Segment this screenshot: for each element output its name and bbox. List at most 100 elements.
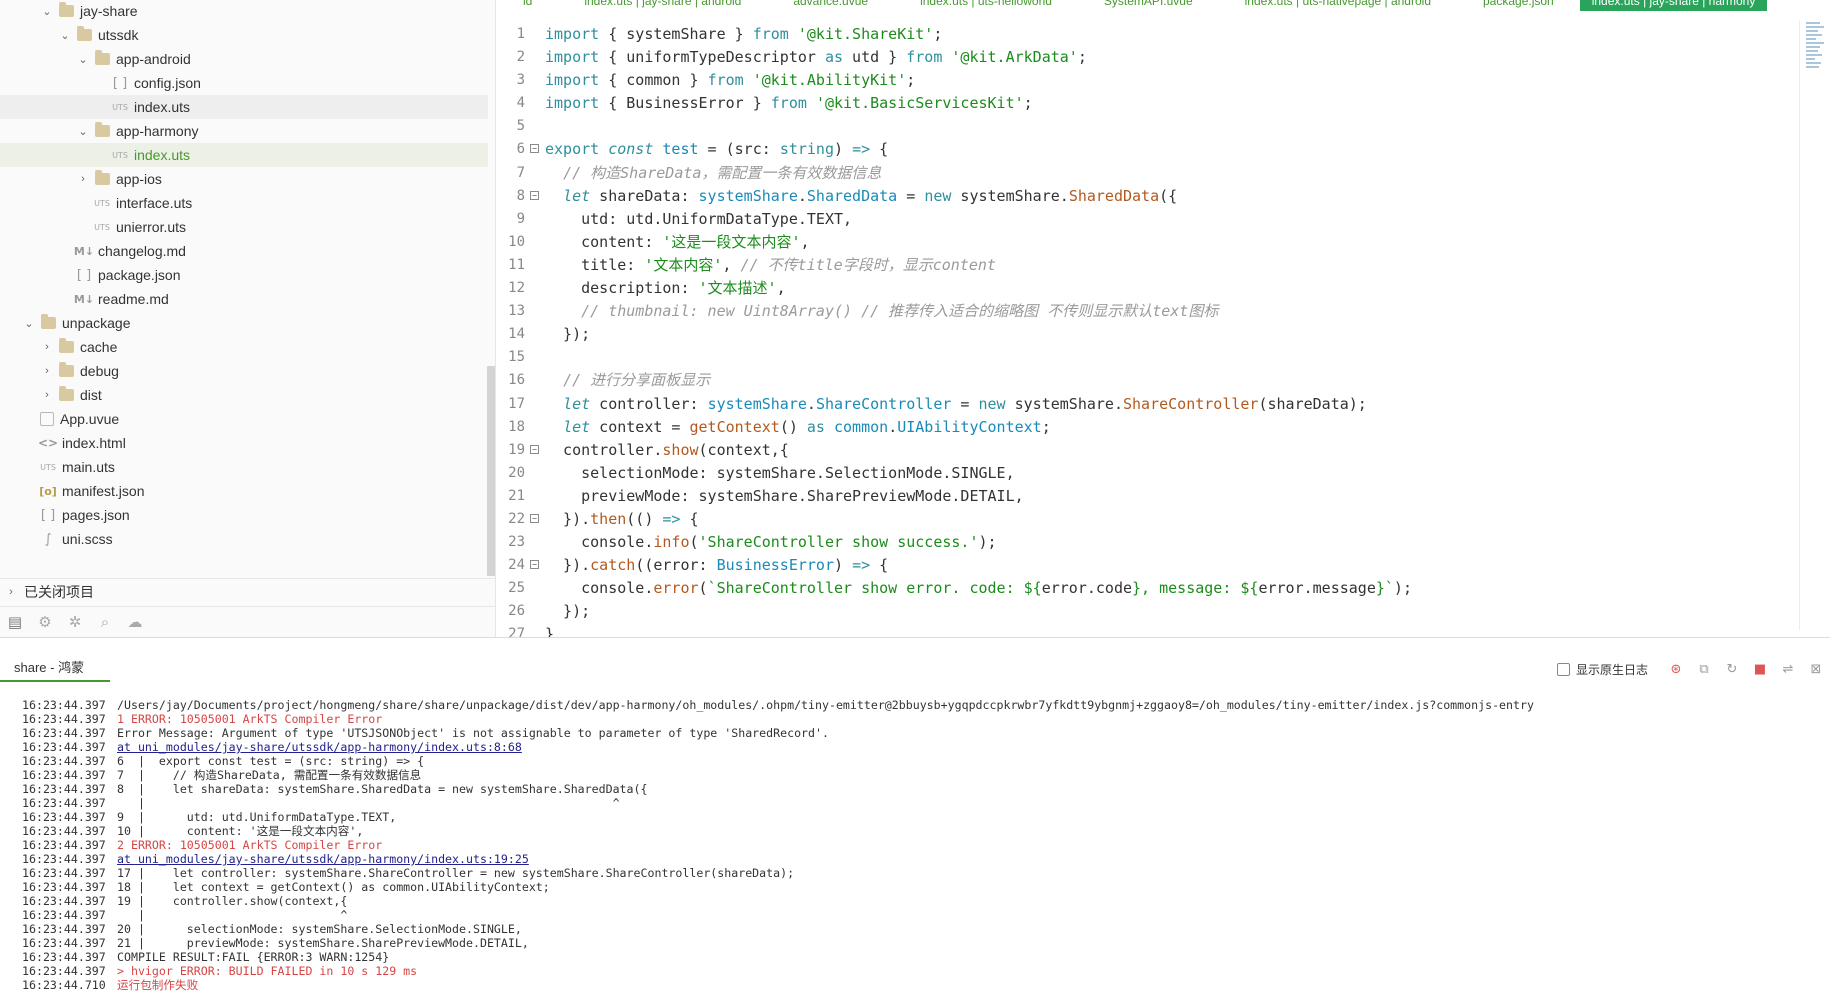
tree-item[interactable]: › app-ios: [0, 167, 488, 191]
code-line[interactable]: 9 utd: utd.UniformDataType.TEXT,: [497, 208, 1802, 231]
code-line[interactable]: 25 console.error(`ShareController show e…: [497, 577, 1802, 600]
code-line[interactable]: 5: [497, 115, 1802, 138]
plugin-icon[interactable]: ⚙: [30, 607, 60, 637]
chevron-down-icon[interactable]: ⌄: [76, 52, 90, 66]
chevron-right-icon[interactable]: ›: [76, 172, 90, 186]
tree-item[interactable]: ⌄[o]manifest.json: [0, 479, 488, 503]
editor-tab[interactable]: index.uts | jay-share | android: [558, 0, 767, 11]
tree-item[interactable]: ⌄App.uvue: [0, 407, 488, 431]
wrap-icon[interactable]: ⇌: [1774, 656, 1802, 682]
editor-tab[interactable]: package.json: [1457, 0, 1580, 11]
editor-scrollbar[interactable]: [1799, 20, 1800, 630]
console-output[interactable]: 16:23:44.397/Users/jay/Documents/project…: [22, 698, 1822, 992]
fold-toggle-icon[interactable]: −: [530, 513, 539, 523]
tree-item[interactable]: ⌄∫uni.scss: [0, 527, 488, 551]
code-line[interactable]: 19− controller.show(context,{: [497, 439, 1802, 462]
native-log-toggle[interactable]: 显示原生日志: [1556, 661, 1648, 678]
tree-item[interactable]: ⌄ jay-share: [0, 0, 488, 23]
code-line[interactable]: 20 selectionMode: systemShare.SelectionM…: [497, 462, 1802, 485]
tree-item[interactable]: › cache: [0, 335, 488, 359]
log-line[interactable]: 16:23:44.397 at uni_modules/jay-share/uts…: [22, 740, 1822, 754]
tree-item[interactable]: › dist: [0, 383, 488, 407]
closed-projects-section[interactable]: › 已关闭项目: [0, 578, 496, 604]
log-line[interactable]: 16:23:44.397 at uni_modules/jay-share/uts…: [22, 852, 1822, 866]
console-tab-share-harmony[interactable]: share - 鸿蒙: [0, 656, 110, 682]
search-icon[interactable]: ⌕: [90, 607, 120, 637]
chevron-down-icon[interactable]: ⌄: [40, 4, 54, 18]
fold-toggle-icon[interactable]: −: [530, 144, 539, 154]
tree-item[interactable]: ⌄UTSindex.uts: [0, 95, 488, 119]
native-log-checkbox[interactable]: [1556, 662, 1570, 676]
fold-toggle-icon[interactable]: −: [530, 444, 539, 454]
code-line[interactable]: 11 title: '文本内容', // 不传title字段时，显示conten…: [497, 254, 1802, 277]
code-line[interactable]: 12 description: '文本描述',: [497, 277, 1802, 300]
code-line[interactable]: 22− }).then(() => {: [497, 508, 1802, 531]
bug-icon[interactable]: ✲: [60, 607, 90, 637]
tree-item[interactable]: ⌄ unpackage: [0, 311, 488, 335]
tree-item[interactable]: ⌄ app-android: [0, 47, 488, 71]
minimap[interactable]: [1802, 20, 1830, 100]
stop-icon[interactable]: ⊛: [1662, 656, 1690, 682]
editor-tab[interactable]: index.uts | jay-share | harmony: [1579, 0, 1768, 11]
chevron-right-icon[interactable]: ›: [40, 388, 54, 402]
code-line[interactable]: 6− export const test = (src: string) => {: [497, 138, 1802, 161]
code-area[interactable]: 1 import { systemShare } from '@kit.Share…: [497, 23, 1802, 637]
tree-item[interactable]: ⌄ app-harmony: [0, 119, 488, 143]
code-line[interactable]: 23 console.info('ShareController show su…: [497, 531, 1802, 554]
code-line[interactable]: 7 // 构造ShareData，需配置一条有效数据信息: [497, 162, 1802, 185]
code-line[interactable]: 27}: [497, 623, 1802, 637]
tree-item[interactable]: ⌄UTSmain.uts: [0, 455, 488, 479]
native-log-label: 显示原生日志: [1575, 662, 1648, 677]
code-line[interactable]: 26 });: [497, 600, 1802, 623]
code-line[interactable]: 13 // thumbnail: new Uint8Array() // 推荐传…: [497, 300, 1802, 323]
tree-item[interactable]: ⌄UTSunierror.uts: [0, 215, 488, 239]
code-line[interactable]: 16 // 进行分享面板显示: [497, 369, 1802, 392]
code-line[interactable]: 14 });: [497, 323, 1802, 346]
refresh-icon[interactable]: ↻: [1718, 656, 1746, 682]
chevron-down-icon[interactable]: ⌄: [22, 316, 36, 330]
sidebar-scrollbar[interactable]: [487, 366, 495, 576]
copy-icon[interactable]: ⧉: [1690, 656, 1718, 682]
code-line[interactable]: 1 import { systemShare } from '@kit.Share…: [497, 23, 1802, 46]
chevron-right-icon[interactable]: ›: [40, 340, 54, 354]
code-line[interactable]: 8− let shareData: systemShare.SharedData…: [497, 185, 1802, 208]
close-panel-icon[interactable]: ⊠: [1802, 656, 1830, 682]
editor-tab[interactable]: advance.uvue: [767, 0, 894, 11]
tree-item[interactable]: ⌄[ ]package.json: [0, 263, 488, 287]
editor-tab[interactable]: index.uts | uts-nativepage | android: [1219, 0, 1457, 11]
editor-tab[interactable]: index.uts | uts-helloworld: [894, 0, 1078, 11]
tree-item[interactable]: ⌄M↓changelog.md: [0, 239, 488, 263]
cloud-icon[interactable]: ☁: [120, 607, 150, 637]
code-line[interactable]: 17 let controller: systemShare.ShareCont…: [497, 393, 1802, 416]
code-line[interactable]: 18 let context = getContext() as common.…: [497, 416, 1802, 439]
code-line[interactable]: 10 content: '这是一段文本内容',: [497, 231, 1802, 254]
editor-tab[interactable]: SystemAPI.uvue: [1078, 0, 1219, 11]
tree-item[interactable]: ⌄M↓readme.md: [0, 287, 488, 311]
tree-item[interactable]: ⌄UTSinterface.uts: [0, 191, 488, 215]
clear-icon[interactable]: ■: [1746, 656, 1774, 682]
fold-toggle-icon[interactable]: −: [530, 190, 539, 200]
tree-item[interactable]: ⌄[ ]pages.json: [0, 503, 488, 527]
tree-item[interactable]: ⌄UTSindex.uts: [0, 143, 488, 167]
code-line[interactable]: 4 import { BusinessError } from '@kit.Bas…: [497, 92, 1802, 115]
tree-item[interactable]: › debug: [0, 359, 488, 383]
line-number: 25: [508, 580, 525, 597]
code-line[interactable]: 15: [497, 346, 1802, 369]
tree-item[interactable]: ⌄[ ]config.json: [0, 71, 488, 95]
tree-item[interactable]: ⌄<>index.html: [0, 431, 488, 455]
chevron-down-icon[interactable]: ⌄: [58, 28, 72, 42]
code-line[interactable]: 2 import { uniformTypeDescriptor as utd }…: [497, 46, 1802, 69]
code-line[interactable]: 3 import { common } from '@kit.AbilityKit…: [497, 69, 1802, 92]
error-location-link[interactable]: at uni_modules/jay-share/utssdk/app-harm…: [117, 852, 529, 866]
tree-item[interactable]: ⌄ utssdk: [0, 23, 488, 47]
fold-toggle-icon[interactable]: −: [530, 560, 539, 570]
code-line[interactable]: 24− }).catch((error: BusinessError) => {: [497, 554, 1802, 577]
log-message: 运行包制作失败: [117, 978, 199, 992]
error-location-link[interactable]: at uni_modules/jay-share/utssdk/app-harm…: [117, 740, 522, 754]
project-manager-icon[interactable]: ▤: [0, 607, 30, 637]
editor-tab[interactable]: ld: [497, 0, 558, 11]
chevron-right-icon[interactable]: ›: [40, 364, 54, 378]
code-line[interactable]: 21 previewMode: systemShare.SharePreview…: [497, 485, 1802, 508]
code-editor[interactable]: ld index.uts | jay-share | android advance…: [497, 0, 1830, 637]
chevron-down-icon[interactable]: ⌄: [76, 124, 90, 138]
